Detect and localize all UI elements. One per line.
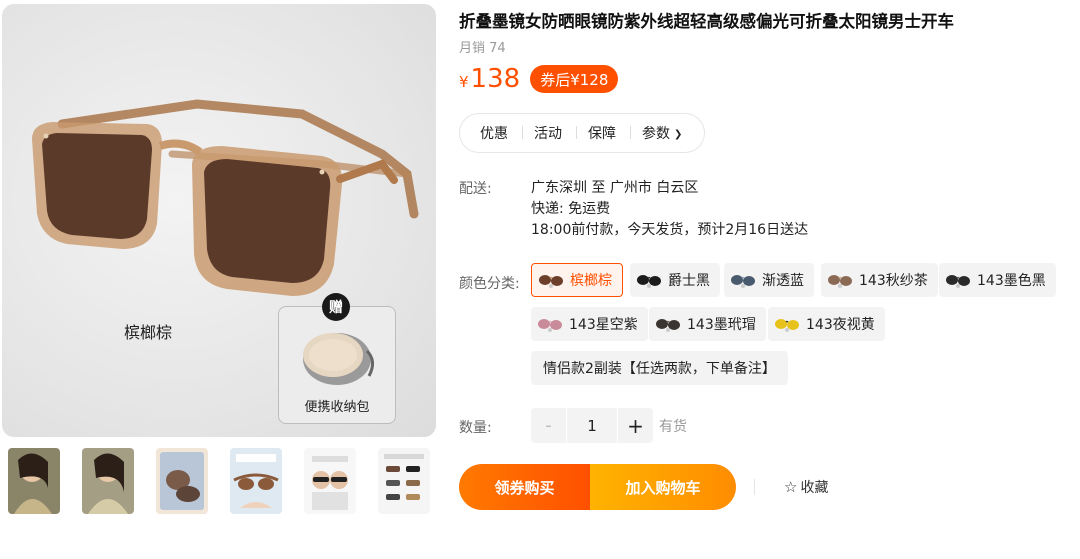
color-option-label: 143秋纱茶 (859, 273, 928, 289)
tab-params-label: 参数 (642, 126, 670, 142)
action-row: 领券购买 加入购物车 ☆ 收藏 (459, 464, 828, 510)
buy-with-coupon-button[interactable]: 领券购买 (459, 464, 590, 510)
sunglasses-tea-icon (828, 275, 852, 288)
color-option-label: 槟榔棕 (570, 273, 612, 289)
star-icon: ☆ (784, 478, 798, 496)
thumbnail-3[interactable] (156, 448, 208, 514)
price-currency: ¥ (459, 73, 469, 91)
shipping-express: 快递: 免运费 (531, 201, 611, 217)
price-row: ¥ 138 券后¥128 (459, 64, 619, 94)
shipping-route[interactable]: 广东深圳 至 广州市 白云区 (531, 178, 808, 199)
storage-case-icon (303, 333, 374, 385)
quantity-label: 数量: (459, 420, 492, 436)
color-option-7[interactable]: 143墨玳瑁 (649, 307, 766, 341)
quantity-decrease-button[interactable]: - (531, 408, 566, 443)
quantity-increase-button[interactable]: + (618, 408, 653, 443)
sunglasses-tortoise-icon (656, 319, 680, 332)
gift-caption: 便携收纳包 (304, 400, 370, 415)
color-label: 颜色分类: (459, 276, 520, 292)
info-tabs: 优惠 活动 保障 参数 ❯ (459, 113, 705, 153)
favorite-button[interactable]: ☆ 收藏 (754, 477, 828, 497)
shipping-label: 配送: (459, 181, 492, 197)
tab-activity[interactable]: 活动 (522, 123, 576, 143)
thumbnail-5[interactable] (304, 448, 356, 514)
main-image-color-caption: 槟榔棕 (124, 323, 173, 342)
color-option-label: 爵士黑 (668, 273, 710, 289)
sunglasses-ink-black-icon (946, 275, 970, 288)
price: 138 (470, 64, 521, 94)
sunglasses-purple-icon (538, 319, 562, 332)
thumbnail-6[interactable] (378, 448, 430, 514)
color-option-label: 渐透蓝 (762, 273, 804, 289)
color-option-4[interactable]: 143秋纱茶 (821, 263, 938, 297)
color-option-1[interactable]: 槟榔棕 (531, 263, 623, 297)
sunglasses-blue-icon (731, 275, 755, 288)
color-option-label: 143墨玳瑁 (687, 317, 756, 333)
color-option-couple-pack[interactable]: 情侣款2副装【任选两款，下单备注】 (531, 351, 788, 385)
color-option-6[interactable]: 143星空紫 (531, 307, 648, 341)
tab-params[interactable]: 参数 ❯ (630, 123, 696, 143)
color-option-8[interactable]: 143夜视黄 (768, 307, 885, 341)
color-option-2[interactable]: 爵士黑 (630, 263, 720, 297)
tab-guarantee[interactable]: 保障 (576, 123, 630, 143)
product-title: 折叠墨镜女防晒眼镜防紫外线超轻高级感偏光可折叠太阳镜男士开车 (459, 12, 954, 31)
sunglasses-black-icon (637, 275, 661, 288)
monthly-sales: 月销 74 (459, 41, 506, 56)
sunglasses-brown-icon (539, 275, 563, 288)
color-option-label: 143星空紫 (569, 317, 638, 333)
thumbnail-strip (8, 448, 430, 516)
sunglasses-yellow-icon (775, 319, 799, 332)
thumbnail-2[interactable] (82, 448, 134, 514)
color-option-3[interactable]: 渐透蓝 (724, 263, 814, 297)
color-option-label: 143墨色黑 (977, 273, 1046, 289)
gift-box: 便携收纳包 (278, 306, 396, 424)
shipping-info: 广东深圳 至 广州市 白云区 快递: 免运费 18:00前付款，今天发货，预计2… (531, 178, 808, 241)
add-to-cart-button[interactable]: 加入购物车 (590, 464, 736, 510)
quantity-input[interactable]: 1 (567, 408, 617, 443)
thumbnail-1[interactable] (8, 448, 60, 514)
stock-status: 有货 (659, 418, 687, 435)
color-option-5[interactable]: 143墨色黑 (939, 263, 1056, 297)
color-option-label: 143夜视黄 (806, 317, 875, 333)
quantity-stepper: - 1 + 有货 (531, 408, 687, 443)
chevron-down-icon: ❯ (674, 129, 683, 140)
coupon-price-badge[interactable]: 券后¥128 (530, 65, 619, 93)
sunglasses-illustration (32, 99, 419, 296)
shipping-eta: 18:00前付款，今天发货，预计2月16日送达 (531, 222, 809, 238)
favorite-label: 收藏 (800, 480, 829, 496)
color-option-label: 情侣款2副装【任选两款，下单备注】 (543, 361, 776, 377)
tab-discount[interactable]: 优惠 (480, 123, 522, 143)
gift-badge: 赠 (322, 293, 350, 321)
thumbnail-4[interactable] (230, 448, 282, 514)
